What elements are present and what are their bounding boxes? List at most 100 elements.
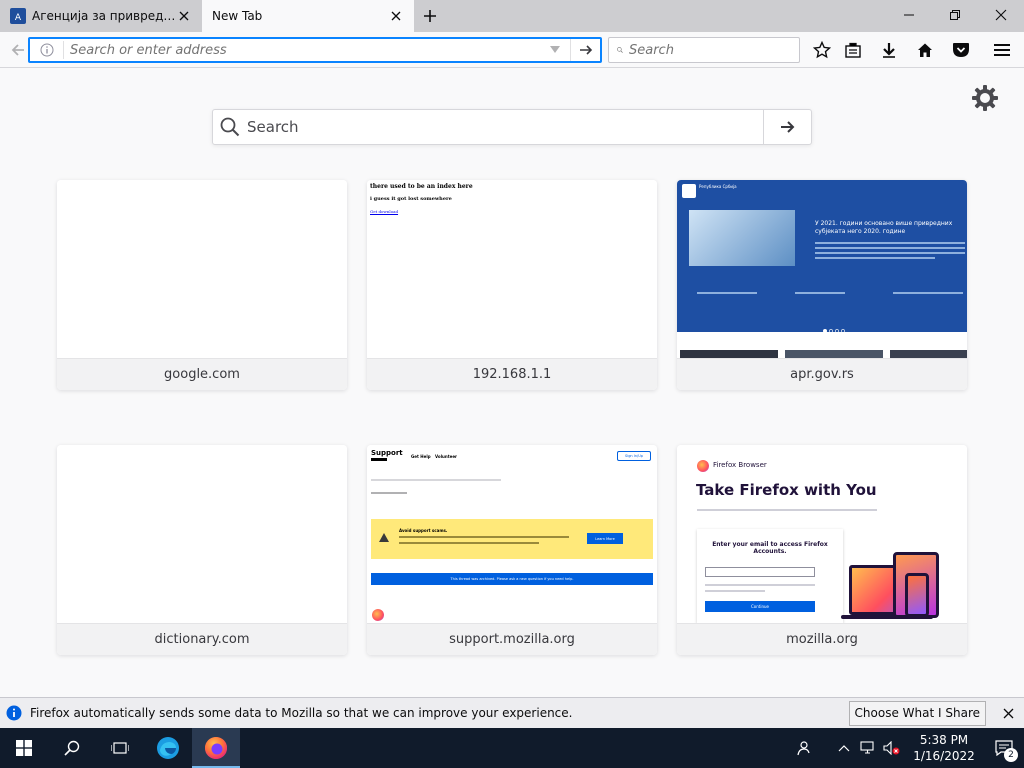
thumbnail-button: Sign In/Up	[617, 451, 651, 461]
tile-label: 192.168.1.1	[367, 358, 657, 390]
restore-icon	[950, 10, 960, 20]
search-bar	[608, 37, 800, 63]
notification-count-badge: 2	[1004, 748, 1018, 762]
tile-label: apr.gov.rs	[677, 358, 967, 390]
top-site-tile-google[interactable]: google.com	[57, 180, 347, 390]
show-hidden-icons-chevron-icon[interactable]	[832, 728, 856, 768]
url-input[interactable]	[64, 42, 540, 58]
tile-thumbnail: Firefox Browser Take Firefox with You En…	[677, 445, 967, 623]
volume-muted-icon[interactable]	[880, 728, 904, 768]
library-button[interactable]	[839, 36, 867, 64]
page-search-input[interactable]	[247, 118, 763, 136]
windows-taskbar: 5:38 PM 1/16/2022 2	[0, 728, 1024, 768]
task-view-button[interactable]	[96, 728, 144, 768]
top-site-tile-mozilla[interactable]: Firefox Browser Take Firefox with You En…	[677, 445, 967, 655]
minimize-button[interactable]	[886, 0, 932, 30]
page-search-go-button[interactable]	[763, 110, 811, 144]
taskbar-firefox-button[interactable]	[192, 728, 240, 768]
info-icon	[6, 705, 22, 721]
star-icon	[813, 41, 831, 59]
tab-new-tab[interactable]: New Tab	[202, 0, 414, 32]
svg-text:A: A	[15, 13, 22, 23]
clock-time: 5:38 PM	[919, 733, 969, 747]
close-notification-icon[interactable]	[994, 699, 1022, 727]
navigation-toolbar	[0, 32, 1024, 68]
thumbnail-link: Get download	[370, 209, 399, 214]
thumbnail-title: Support	[371, 449, 403, 457]
tile-label: dictionary.com	[57, 623, 347, 655]
tile-thumbnail	[57, 445, 347, 623]
top-site-tile-dictionary[interactable]: dictionary.com	[57, 445, 347, 655]
firefox-icon	[205, 737, 227, 759]
pocket-button[interactable]	[947, 36, 975, 64]
window-controls	[886, 0, 1024, 30]
menu-button[interactable]	[988, 36, 1016, 64]
thumbnail-form: Enter your email to access Firefox Accou…	[697, 529, 843, 623]
action-center-button[interactable]: 2	[984, 728, 1024, 768]
people-icon[interactable]	[788, 728, 818, 768]
taskbar-clock[interactable]: 5:38 PM 1/16/2022	[904, 732, 984, 764]
thumbnail-text: Република Србија	[699, 184, 737, 189]
thumbnail-heading: У 2021. години основано више привредних …	[815, 220, 953, 235]
taskbar-search-button[interactable]	[48, 728, 96, 768]
search-input[interactable]	[623, 42, 799, 58]
search-icon	[213, 110, 247, 144]
minimize-icon	[904, 14, 914, 16]
choose-what-i-share-button[interactable]: Choose What I Share	[848, 700, 986, 726]
top-site-tile-apr[interactable]: Република Србија У 2021. години основано…	[677, 180, 967, 390]
clock-date: 1/16/2022	[913, 749, 975, 763]
home-icon	[918, 43, 932, 57]
tile-label: mozilla.org	[677, 623, 967, 655]
edge-icon	[157, 737, 179, 759]
new-tab-button[interactable]	[414, 0, 446, 32]
thumbnail-text: i guess it got lost somewhere	[370, 196, 452, 202]
tile-label: google.com	[57, 358, 347, 390]
thumbnail-nav: Volunteer	[435, 454, 458, 459]
close-tab-icon[interactable]	[388, 8, 404, 24]
tile-thumbnail: there used to be an index here i guess i…	[367, 180, 657, 358]
close-icon	[995, 9, 1007, 21]
top-site-tile-router[interactable]: there used to be an index here i guess i…	[367, 180, 657, 390]
info-icon[interactable]	[30, 41, 64, 59]
downloads-button[interactable]	[875, 36, 903, 64]
firefox-logo-icon	[372, 609, 384, 621]
windows-logo-icon	[16, 740, 32, 756]
url-dropdown-icon[interactable]	[540, 46, 570, 54]
hamburger-menu-icon	[994, 44, 1010, 56]
system-tray: 5:38 PM 1/16/2022 2	[788, 728, 1024, 768]
search-icon	[64, 740, 80, 756]
taskbar-edge-button[interactable]	[144, 728, 192, 768]
thumbnail-text: there used to be an index here	[370, 183, 473, 190]
home-button[interactable]	[911, 36, 939, 64]
notification-text: Firefox automatically sends some data to…	[30, 706, 573, 720]
tile-thumbnail	[57, 180, 347, 358]
carousel-dots	[823, 322, 847, 333]
back-arrow-icon	[11, 44, 24, 56]
tile-label: support.mozilla.org	[367, 623, 657, 655]
start-button[interactable]	[0, 728, 48, 768]
go-arrow-icon	[579, 45, 592, 55]
arrow-right-icon	[780, 121, 794, 133]
customize-gear-icon[interactable]	[970, 83, 1000, 113]
task-view-icon	[111, 742, 129, 754]
page-search-box	[212, 109, 812, 145]
thumbnail-image	[689, 210, 795, 266]
top-site-tile-support-mozilla[interactable]: Support Get Help Volunteer Sign In/Up Av…	[367, 445, 657, 655]
tile-thumbnail: Support Get Help Volunteer Sign In/Up Av…	[367, 445, 657, 623]
thumbnail-phone-image	[905, 573, 929, 617]
bookmark-star-button[interactable]	[808, 36, 836, 64]
data-collection-notification-bar: Firefox automatically sends some data to…	[0, 697, 1024, 728]
go-button[interactable]	[570, 39, 600, 61]
restore-button[interactable]	[932, 0, 978, 30]
apr-logo-icon	[682, 184, 696, 198]
pocket-icon	[953, 43, 969, 57]
plus-icon	[424, 10, 436, 22]
tile-thumbnail: Република Србија У 2021. години основано…	[677, 180, 967, 358]
network-icon[interactable]	[856, 728, 880, 768]
tab-title: New Tab	[212, 9, 263, 23]
thumbnail-nav: Get Help	[411, 454, 431, 459]
tab-apr[interactable]: A Агенција за привредне р…	[0, 0, 202, 32]
close-window-button[interactable]	[978, 0, 1024, 30]
firefox-logo-icon	[697, 460, 709, 472]
close-tab-icon[interactable]	[176, 8, 192, 24]
